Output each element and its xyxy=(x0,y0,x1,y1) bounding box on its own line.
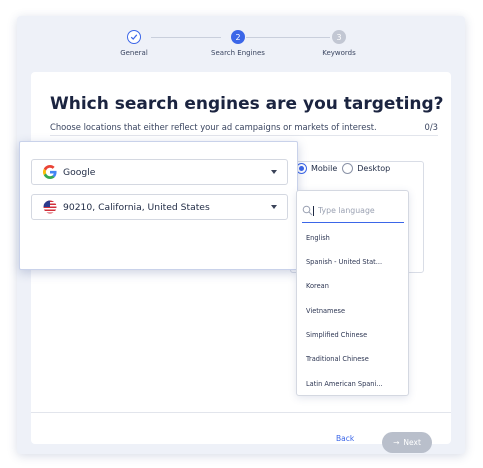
location-value: 90210, California, United States xyxy=(63,201,210,213)
divider xyxy=(50,135,438,136)
search-icon xyxy=(302,205,313,216)
language-search xyxy=(302,199,404,223)
language-option[interactable]: Korean xyxy=(306,282,329,290)
search-engine-value: Google xyxy=(63,166,96,178)
language-option[interactable]: Simplified Chinese xyxy=(306,331,367,339)
step-label: General xyxy=(120,49,148,57)
stepper: General 2 Search Engines 3 Keywords xyxy=(17,16,465,78)
radio-dot xyxy=(342,163,354,174)
step-search-engines[interactable]: 2 Search Engines xyxy=(193,30,283,57)
device-radio-group: Mobile Desktop xyxy=(296,163,395,174)
chevron-down-icon xyxy=(271,170,277,174)
language-dropdown: English Spanish - United Stat... Korean … xyxy=(296,190,409,396)
next-label: Next xyxy=(403,438,421,447)
step-general[interactable]: General xyxy=(89,30,179,57)
step-keywords[interactable]: 3 Keywords xyxy=(294,30,384,57)
language-option[interactable]: Traditional Chinese xyxy=(306,355,369,363)
step-label: Keywords xyxy=(322,49,356,57)
google-logo-icon xyxy=(43,165,57,179)
check-icon xyxy=(127,30,141,44)
language-option[interactable]: Spanish - United Stat... xyxy=(306,258,382,266)
step-number: 2 xyxy=(231,30,245,44)
us-flag-icon xyxy=(43,200,57,214)
chevron-down-icon xyxy=(271,205,277,209)
language-option[interactable]: Vietnamese xyxy=(306,307,345,315)
page-title: Which search engines are you targeting? xyxy=(50,94,444,114)
search-engine-select[interactable]: Google xyxy=(31,159,288,185)
back-button[interactable]: Back xyxy=(336,434,354,443)
radio-mobile-label: Mobile xyxy=(311,164,338,173)
radio-desktop-label: Desktop xyxy=(357,164,391,173)
step-label: Search Engines xyxy=(211,49,265,57)
arrow-right-icon: → xyxy=(393,438,400,447)
language-option[interactable]: Latin American Spani... xyxy=(306,380,383,388)
search-engine-panel: Google 90210, California, United States xyxy=(19,141,298,270)
page-subtitle: Choose locations that either reflect you… xyxy=(50,122,377,132)
radio-desktop[interactable]: Desktop xyxy=(342,163,390,174)
language-option[interactable]: English xyxy=(306,234,330,242)
selection-counter: 0/3 xyxy=(424,122,438,132)
step-number: 3 xyxy=(332,30,346,44)
next-button[interactable]: → Next xyxy=(382,432,432,453)
radio-mobile[interactable]: Mobile xyxy=(296,163,337,174)
language-search-input[interactable] xyxy=(313,205,393,216)
footer-divider xyxy=(31,412,451,413)
location-select[interactable]: 90210, California, United States xyxy=(31,194,288,220)
